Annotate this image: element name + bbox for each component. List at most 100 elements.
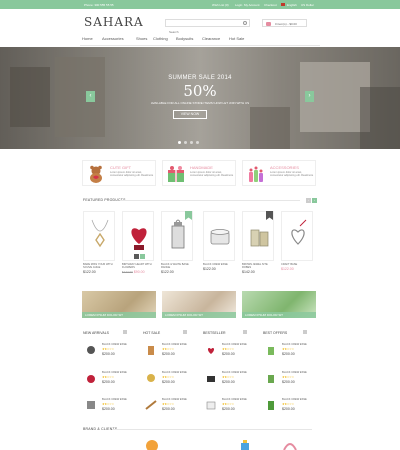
nav-bodysuits[interactable]: Bodysuits bbox=[176, 36, 193, 41]
product-thumb bbox=[268, 347, 274, 355]
promo-banner[interactable]: LOREM IPSUM DOLOR SIT bbox=[162, 291, 236, 318]
list-prev-button[interactable] bbox=[303, 330, 307, 334]
bottles-icon bbox=[249, 166, 263, 182]
slider-dot[interactable] bbox=[196, 141, 199, 144]
list-item-name[interactable]: BLACK CREW ESSE bbox=[222, 371, 247, 374]
heart-sculpture-image bbox=[291, 219, 307, 245]
list-item-name[interactable]: BLACK CREW ESSE bbox=[282, 343, 307, 346]
price-current: $142.00 bbox=[242, 270, 255, 274]
feature-cute-gift[interactable]: CUTE GIFT Lorem ipsum dolor sit amet, co… bbox=[82, 160, 156, 186]
list-item-name[interactable]: BLACK CREW ESSE bbox=[222, 343, 247, 346]
list-item[interactable]: BLACK CREW ESSE ★★☆☆☆ $200.00 bbox=[263, 342, 333, 364]
featured-prev-button[interactable]: ‹ bbox=[306, 198, 311, 203]
slider-dot[interactable] bbox=[178, 141, 181, 144]
product-name[interactable]: BIRTHDAY HEART WITH FLOWERS bbox=[122, 263, 154, 269]
list-item-name[interactable]: BLACK CREW ESSE bbox=[102, 398, 127, 401]
jewelry-box-image bbox=[210, 229, 230, 245]
list-item[interactable]: BLACK CREW ESSE ★★☆☆☆ $200.00 bbox=[263, 370, 333, 392]
featured-next-button[interactable]: › bbox=[312, 198, 317, 203]
compare-icon[interactable] bbox=[140, 254, 145, 259]
list-item[interactable]: BLACK CREW ESSE ★★☆☆☆ $200.00 bbox=[263, 397, 333, 419]
rating-stars: ★★☆☆☆ bbox=[282, 375, 294, 379]
list-item-name[interactable]: BLACK CREW ESSE bbox=[162, 343, 187, 346]
currency-select[interactable]: US Dollar bbox=[301, 3, 314, 7]
product-card[interactable]: BIRTHDAY HEART WITH FLOWERS $122.00 $90.… bbox=[122, 211, 154, 274]
list-item-name[interactable]: BLACK CREW ESSE bbox=[282, 371, 307, 374]
promo-banner[interactable]: LOREM IPSUM DOLOR SIT bbox=[82, 291, 156, 318]
feature-handmade[interactable]: HANDMADE Lorem ipsum dolor sit amet, con… bbox=[162, 160, 236, 186]
slider-dot[interactable] bbox=[184, 141, 187, 144]
promo-banner[interactable]: LOREM IPSUM DOLOR SIT bbox=[242, 291, 316, 318]
product-image[interactable] bbox=[122, 211, 154, 261]
language-select[interactable]: English bbox=[287, 3, 297, 7]
topbar-link-login[interactable]: Login bbox=[235, 3, 242, 7]
hero-title: SUMMER SALE 2014 bbox=[168, 75, 232, 81]
price-current: $122.00 bbox=[281, 267, 294, 271]
rating-stars: ★★☆☆☆ bbox=[162, 402, 174, 406]
nav-shoes[interactable]: Shoes bbox=[136, 36, 147, 41]
hero-next-button[interactable]: › bbox=[305, 91, 314, 102]
topbar-link-wishlist[interactable]: Wish List (0) bbox=[212, 3, 229, 7]
list-item-name[interactable]: BLACK CREW ESSE bbox=[282, 398, 307, 401]
price-current: $122.00 bbox=[161, 270, 174, 274]
product-image[interactable] bbox=[242, 211, 274, 261]
brand-logo[interactable] bbox=[145, 438, 159, 450]
nav-clothing[interactable]: Clothing bbox=[153, 36, 168, 41]
list-item-name[interactable]: BLACK CREW ESSE bbox=[162, 398, 187, 401]
product-image[interactable] bbox=[281, 211, 313, 261]
list-title-hot-sale: HOT SALE bbox=[143, 331, 161, 335]
necklace-image bbox=[91, 219, 109, 248]
cart-button[interactable]: 0 item(s) - $0.00 bbox=[262, 19, 307, 27]
search-icon[interactable] bbox=[243, 21, 247, 25]
list-item-price: $200.00 bbox=[282, 352, 295, 356]
product-image[interactable] bbox=[161, 211, 193, 261]
hero-prev-button[interactable]: ‹ bbox=[86, 91, 95, 102]
wishlist-icon[interactable] bbox=[134, 254, 139, 259]
product-thumb bbox=[206, 401, 216, 410]
list-prev-button[interactable] bbox=[183, 330, 187, 334]
brand-logo[interactable] bbox=[283, 441, 297, 450]
heart-box-image bbox=[131, 228, 147, 250]
slider-dot[interactable] bbox=[190, 141, 193, 144]
list-item-name[interactable]: BLACK CREW ESSE bbox=[102, 343, 127, 346]
feature-title: HANDMADE bbox=[190, 165, 213, 170]
gift-box-icon bbox=[168, 166, 184, 182]
feature-accessories[interactable]: ACCESSORIES Lorem ipsum dolor sit amet, … bbox=[242, 160, 316, 186]
product-price: $142.00 bbox=[242, 270, 274, 274]
rating-stars: ★★☆☆☆ bbox=[282, 347, 294, 351]
product-card[interactable]: BARE MISS YOUR WITH SOUVE JAIGE $122.00 bbox=[83, 211, 115, 274]
brand-logo[interactable] bbox=[240, 440, 250, 450]
site-logo[interactable]: SAHARA bbox=[84, 15, 144, 29]
product-image[interactable] bbox=[83, 211, 115, 261]
product-name[interactable]: BROWN JEWEL SITE ROBES bbox=[242, 263, 274, 269]
product-thumb bbox=[87, 375, 95, 383]
product-name[interactable]: BLACK CREW ESSE bbox=[203, 263, 235, 266]
search-input[interactable] bbox=[166, 29, 240, 35]
feature-title: CUTE GIFT bbox=[110, 165, 132, 170]
nav-home[interactable]: Home bbox=[82, 36, 93, 41]
list-prev-button[interactable] bbox=[243, 330, 247, 334]
nav-hot-sale[interactable]: Hot Sale bbox=[229, 36, 244, 41]
product-price: $122.00 bbox=[161, 270, 193, 274]
list-title-best-offers: BEST OFFERS bbox=[263, 331, 288, 335]
product-name[interactable]: CRAFT BASE bbox=[281, 263, 313, 266]
product-name[interactable]: BARE MISS YOUR WITH SOUVE JAIGE bbox=[83, 263, 115, 269]
product-card[interactable]: BLACK & WHITE BASE RANGE $122.00 bbox=[161, 211, 193, 274]
list-item-name[interactable]: BLACK CREW ESSE bbox=[102, 371, 127, 374]
product-price: $122.00 bbox=[203, 267, 235, 271]
topbar-link-checkout[interactable]: Checkout bbox=[264, 3, 277, 7]
product-name[interactable]: BLACK & WHITE BASE RANGE bbox=[161, 263, 193, 269]
nav-accessories[interactable]: Accessories bbox=[102, 36, 124, 41]
list-item-name[interactable]: BLACK CREW ESSE bbox=[222, 398, 247, 401]
list-item-name[interactable]: BLACK CREW ESSE bbox=[162, 371, 187, 374]
view-now-button[interactable]: VIEW NOW bbox=[173, 110, 207, 119]
list-prev-button[interactable] bbox=[123, 330, 127, 334]
product-card[interactable]: BLACK CREW ESSE $122.00 bbox=[203, 211, 235, 271]
product-image[interactable] bbox=[203, 211, 235, 261]
banner-caption: LOREM IPSUM DOLOR SIT bbox=[162, 312, 236, 318]
product-card[interactable]: BROWN JEWEL SITE ROBES $142.00 bbox=[242, 211, 274, 274]
product-card[interactable]: CRAFT BASE $122.00 bbox=[281, 211, 313, 271]
nav-clearance[interactable]: Clearance bbox=[202, 36, 220, 41]
top-bar: Phone: 300 555 55 55 Wish List (0) Login… bbox=[0, 0, 400, 9]
topbar-link-account[interactable]: My Account bbox=[244, 3, 260, 7]
